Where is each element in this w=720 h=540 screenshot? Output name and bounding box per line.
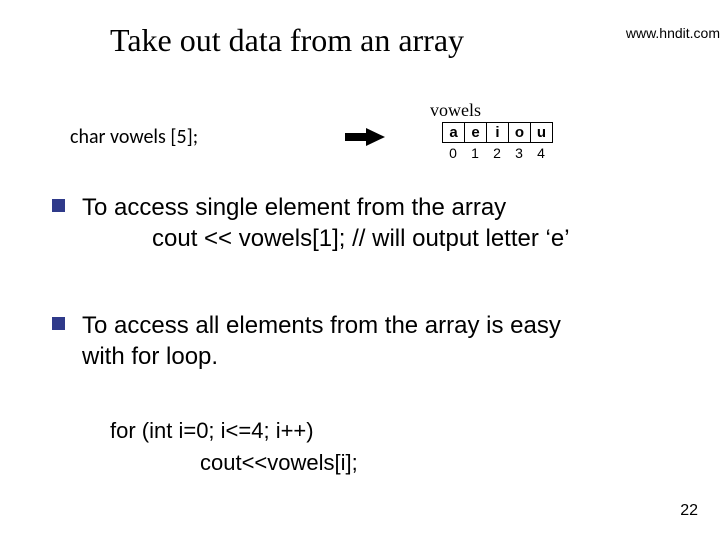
page-number: 22	[680, 502, 698, 520]
array-cells: a e i o u	[442, 122, 553, 143]
array-cell: i	[487, 123, 509, 143]
bullet-code-line: cout << vowels[1]; // will output letter…	[152, 223, 702, 254]
code-line: for (int i=0; i<=4; i++)	[110, 415, 358, 447]
array-index: 2	[486, 145, 508, 161]
arrow-icon	[345, 128, 385, 151]
code-line: cout<<vowels[i];	[200, 447, 358, 479]
header-url: www.hndit.com	[626, 25, 720, 41]
bullet-item-2: To access all elements from the array is…	[52, 310, 702, 372]
array-cell: e	[465, 123, 487, 143]
slide-title: Take out data from an array	[110, 22, 464, 59]
array-label: vowels	[430, 100, 481, 121]
array-cell: a	[443, 123, 465, 143]
bullet-item-1: To access single element from the array …	[52, 192, 702, 254]
bullet-text-line: with for loop.	[82, 341, 702, 372]
bullet-icon	[52, 199, 65, 212]
array-cell: u	[531, 123, 553, 143]
for-loop-code: for (int i=0; i<=4; i++) cout<<vowels[i]…	[110, 415, 358, 479]
declaration-code: char vowels [5];	[70, 125, 198, 149]
bullet-text-line: To access single element from the array	[82, 192, 702, 223]
array-cell: o	[509, 123, 531, 143]
bullet-text-line: To access all elements from the array is…	[82, 310, 702, 341]
array-index: 4	[530, 145, 552, 161]
array-index: 0	[442, 145, 464, 161]
array-indices: 01234	[442, 145, 552, 161]
bullet-icon	[52, 317, 65, 330]
array-index: 3	[508, 145, 530, 161]
array-index: 1	[464, 145, 486, 161]
